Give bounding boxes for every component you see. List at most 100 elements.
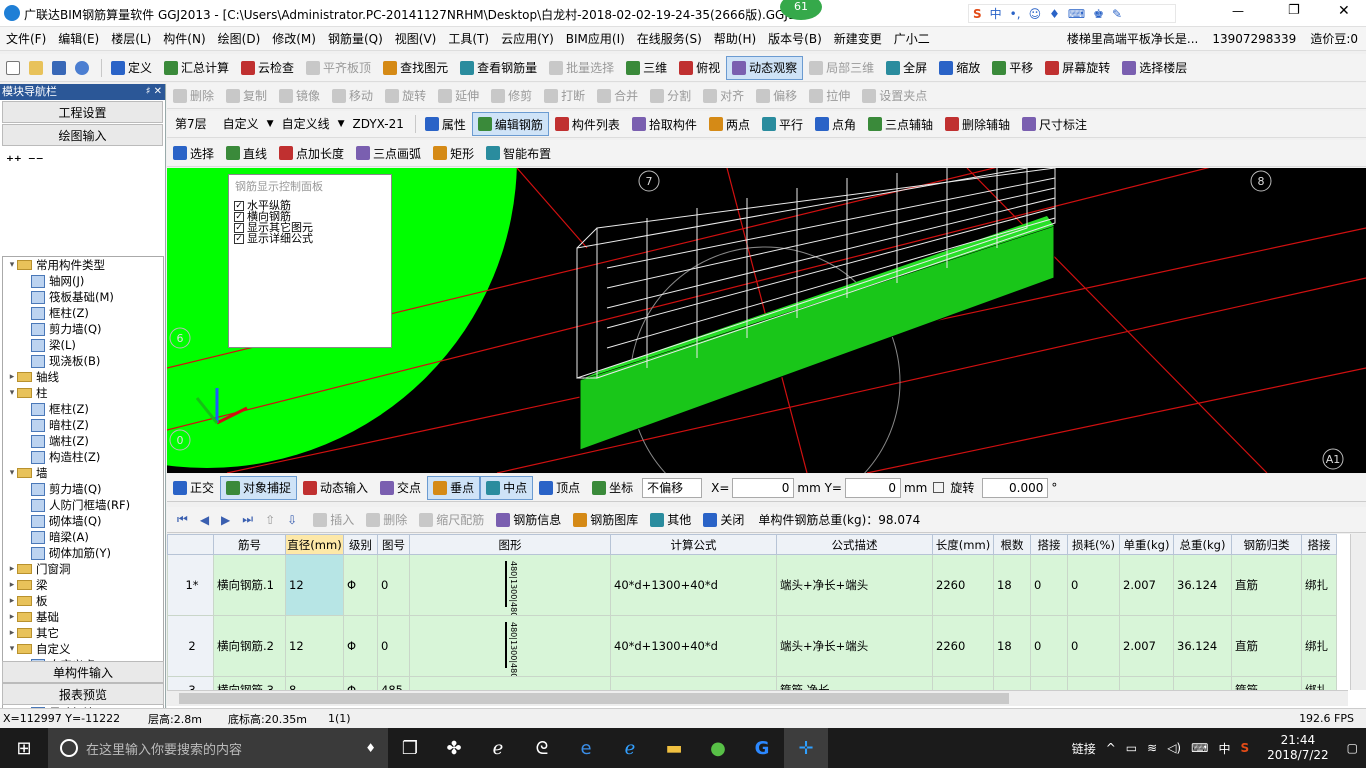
table-cell[interactable]: 18 [993, 554, 1031, 616]
menu-item[interactable]: 楼层(L) [105, 27, 157, 51]
toolbar-button[interactable]: 选择 [167, 141, 220, 165]
horizontal-scrollbar[interactable] [167, 690, 1348, 706]
subtype-select-chevron-icon[interactable]: ▼ [338, 119, 345, 129]
menu-item[interactable]: 工具(T) [442, 27, 495, 51]
toolbar-button[interactable]: 其他 [644, 508, 697, 532]
file-explorer-icon[interactable]: ▬ [652, 728, 696, 768]
tree-node[interactable]: 人防门框墙(RF) [3, 497, 163, 513]
tree-expand-icon[interactable]: ▾ [7, 465, 17, 481]
toolbar-button[interactable]: 缩尺配筋 [413, 508, 490, 532]
toolbar-button[interactable]: 坐标 [586, 476, 639, 500]
vertical-scrollbar[interactable] [1350, 534, 1366, 690]
maximize-button[interactable]: ❐ [1288, 3, 1300, 18]
toolbar-button[interactable]: 对象捕捉 [220, 475, 298, 500]
column-header[interactable]: 图形 [409, 534, 611, 555]
task-view-icon[interactable]: ❐ [388, 728, 432, 768]
table-cell[interactable]: 0 [377, 615, 410, 677]
tree-node[interactable]: 剪力墙(Q) [3, 481, 163, 497]
save-icon[interactable] [52, 60, 66, 75]
rotate-checkbox[interactable] [933, 482, 945, 493]
collapse-all-icon[interactable]: ⁻⁻ [28, 152, 44, 170]
menu-item[interactable]: BIM应用(I) [560, 27, 631, 51]
pinwheel-app-icon[interactable]: ✤ [432, 728, 476, 768]
tray-clock[interactable]: 21:44 2018/7/22 [1259, 733, 1337, 763]
panel-checkbox-row[interactable]: ✓ 显示详细公式 [229, 233, 391, 244]
nav-pin-close-icon[interactable]: ♯ ✕ [146, 84, 165, 100]
toolbar-button[interactable]: 查找图元 [377, 56, 454, 80]
subtype-select[interactable]: 自定义线 [277, 114, 335, 134]
toolbar-button[interactable]: 属性 [419, 112, 472, 136]
toolbar-button[interactable]: 关闭 [697, 508, 750, 532]
tray-link-label[interactable]: 链接 [1072, 740, 1096, 757]
column-header[interactable]: 根数 [993, 534, 1031, 555]
toolbar-button[interactable]: 批量选择 [543, 56, 620, 80]
table-row[interactable]: 1* 横向钢筋.1 12 Φ 0 480|1300|480 40*d+1300+40*d 端头… [167, 554, 1337, 616]
table-cell[interactable]: 36.124 [1173, 554, 1232, 616]
tree-node[interactable]: ▾ 常用构件类型 [3, 257, 163, 273]
menu-item[interactable]: 构件(N) [157, 27, 211, 51]
tree-node[interactable]: 筏板基础(M) [3, 289, 163, 305]
type-select[interactable]: 自定义 [218, 114, 264, 134]
toolbar-button[interactable]: 对齐 [697, 84, 750, 108]
undo-icon[interactable] [75, 60, 89, 75]
tree-node[interactable]: ▸ 轴线 [3, 369, 163, 385]
tree-node[interactable]: 暗柱(Z) [3, 417, 163, 433]
nav-report-preview-button[interactable]: 报表预览 [2, 683, 164, 705]
toolbar-button[interactable]: 缩放 [933, 56, 986, 80]
menu-item[interactable]: 钢筋量(Q) [322, 27, 389, 51]
column-header[interactable]: 公式描述 [776, 534, 933, 555]
tree-expand-icon[interactable]: ▸ [7, 369, 17, 385]
offset-select[interactable]: 不偏移 [642, 477, 703, 498]
tree-expand-icon[interactable]: ▾ [7, 385, 17, 401]
toolbar-button[interactable]: 删除辅轴 [939, 112, 1016, 136]
toolbar-button[interactable]: 设置夹点 [856, 84, 933, 108]
tree-node[interactable]: 端柱(Z) [3, 433, 163, 449]
column-header[interactable]: 搭接 [1030, 534, 1068, 555]
nav-drawing-input-button[interactable]: 绘图输入 [2, 124, 163, 146]
horizontal-scroll-thumb[interactable] [179, 693, 1009, 704]
tree-expand-icon[interactable]: ▸ [7, 577, 17, 593]
toolbar-button[interactable]: 构件列表 [549, 112, 626, 136]
toolbar-button[interactable]: 偏移 [750, 84, 803, 108]
table-cell[interactable]: 0 [1067, 554, 1120, 616]
toolbar-button[interactable]: 点角 [809, 112, 862, 136]
table-cell[interactable]: 0 [1030, 554, 1068, 616]
toolbar-button[interactable]: 交点 [374, 476, 427, 500]
toolbar-button[interactable]: 俯视 [673, 56, 726, 80]
table-cell[interactable]: 端头+净长+端头 [776, 554, 933, 616]
toolbar-button[interactable]: 垂点 [427, 475, 481, 500]
toolbar-button[interactable]: 汇总计算 [158, 56, 235, 80]
table-cell[interactable]: 18 [993, 615, 1031, 677]
table-cell[interactable]: 0 [1030, 615, 1068, 677]
toolbar-button[interactable]: 全屏 [880, 56, 933, 80]
tree-expand-icon[interactable]: ▸ [7, 609, 17, 625]
column-header[interactable]: 损耗(%) [1067, 534, 1120, 555]
column-header[interactable]: 单重(kg) [1119, 534, 1174, 555]
windows-start-icon[interactable]: ⊞ [0, 728, 48, 768]
toolbar-button[interactable]: 钢筋信息 [490, 508, 567, 532]
toolbar-button[interactable]: 尺寸标注 [1016, 112, 1093, 136]
ie-browser-icon[interactable]: ℯ [608, 728, 652, 768]
toolbar-button[interactable]: 打断 [538, 84, 591, 108]
toolbar-button[interactable]: 智能布置 [480, 141, 557, 165]
toolbar-button[interactable]: 合并 [591, 84, 644, 108]
tree-expand-icon[interactable]: ▸ [7, 561, 17, 577]
prev-record-icon[interactable]: ◀ [200, 513, 209, 527]
table-row[interactable]: 2 横向钢筋.2 12 Φ 0 480|1300|480 40*d+1300+40*d 端头+… [167, 615, 1337, 677]
toolbar-button[interactable]: 三维 [620, 56, 673, 80]
toolbar-button[interactable]: 定义 [105, 56, 158, 80]
checkbox-checked-icon[interactable]: ✓ [234, 222, 244, 233]
tree-node[interactable]: 砌体加筋(Y) [3, 545, 163, 561]
tree-expand-icon[interactable]: ▾ [7, 641, 17, 657]
column-header[interactable]: 直径(mm) [285, 534, 344, 555]
checkbox-checked-icon[interactable]: ✓ [234, 233, 244, 244]
table-cell[interactable]: 2260 [932, 615, 994, 677]
floor-select[interactable]: 第7层 [170, 114, 212, 134]
keyboard-icon[interactable]: ⌨ [1191, 741, 1208, 755]
table-cell[interactable]: 横向钢筋.2 [213, 615, 286, 677]
glodon-g-icon[interactable]: G [740, 728, 784, 768]
tree-node[interactable]: 现浇板(B) [3, 353, 163, 369]
type-select-chevron-icon[interactable]: ▼ [267, 119, 274, 129]
table-cell[interactable]: 绑扎 [1301, 554, 1337, 616]
toolbar-button[interactable]: 拾取构件 [626, 112, 703, 136]
